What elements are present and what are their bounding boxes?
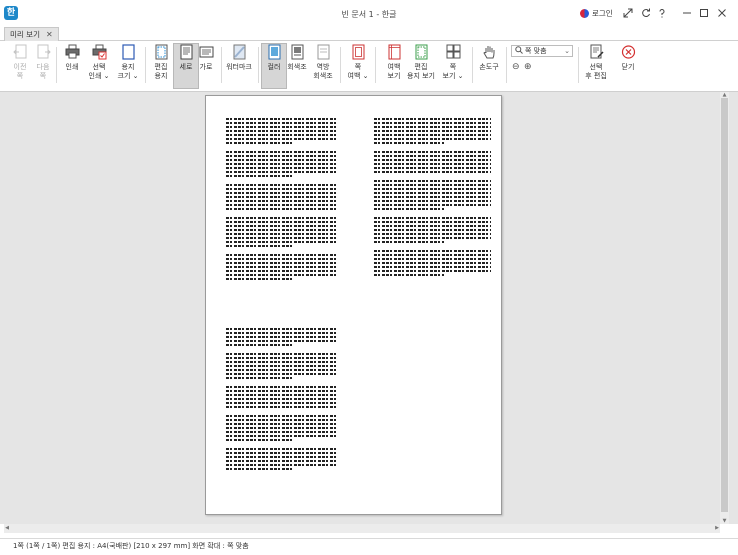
landscape-button[interactable]: 가로 — [193, 44, 219, 72]
scroll-right-icon[interactable]: ▶ — [714, 524, 720, 533]
help-icon[interactable] — [656, 7, 668, 19]
landscape-icon — [199, 44, 214, 60]
color-icon — [267, 44, 282, 60]
edit-paper-icon — [154, 44, 169, 60]
watermark-button[interactable]: 워터마크 — [226, 44, 252, 72]
ribbon-toolbar: 이전 쪽 다음 쪽 인쇄 선택 인쇄 ⌄ 용지 크기 ⌄ 편집 용지 세로 가로… — [0, 41, 738, 92]
zoom-select-value: 쪽 맞춤 — [525, 47, 547, 55]
tab-label: 미리 보기 — [10, 30, 40, 39]
printer-icon — [65, 44, 80, 60]
text-block — [374, 118, 491, 278]
paper-size-icon — [121, 44, 136, 60]
zoom-in-icon[interactable]: ⊕ — [524, 62, 532, 72]
login-label: 로그인 — [592, 9, 613, 18]
hand-tool-button[interactable]: 손도구 — [476, 44, 502, 72]
scroll-left-icon[interactable]: ◀ — [4, 524, 10, 533]
close-tab-icon[interactable]: ✕ — [46, 30, 53, 39]
select-print-button[interactable]: 선택 인쇄 ⌄ — [86, 44, 112, 81]
tab-preview[interactable]: 미리 보기 ✕ — [4, 27, 59, 41]
page-view-button[interactable]: 쪽 보기 ⌄ — [440, 44, 466, 81]
grayscale-button[interactable]: 회색조 — [284, 44, 310, 72]
margin-view-icon — [387, 44, 402, 60]
fullscreen-icon[interactable] — [622, 7, 634, 19]
next-page-icon — [36, 44, 51, 60]
print-button[interactable]: 인쇄 — [59, 44, 85, 72]
grayscale-icon — [290, 44, 305, 60]
select-print-icon — [92, 44, 107, 60]
inverse-grayscale-icon — [316, 44, 331, 60]
select-edit-button[interactable]: 선택 후 편집 — [583, 44, 609, 81]
status-bar: 1쪽 (1쪽 / 1쪽) 편집 용지 : A4(국배판) [210 x 297 … — [0, 538, 738, 555]
refresh-icon[interactable] — [640, 7, 652, 19]
page-margin-button[interactable]: 쪽 여백 ⌄ — [345, 44, 371, 81]
portrait-icon — [179, 44, 194, 60]
paper-size-button[interactable]: 용지 크기 ⌄ — [115, 44, 141, 81]
next-page-button[interactable]: 다음 쪽 — [30, 44, 56, 81]
magnifier-icon — [515, 46, 523, 56]
edit-paper-button[interactable]: 편집 용지 — [148, 44, 174, 81]
margin-view-button[interactable]: 여백 보기 — [381, 44, 407, 81]
zoom-select[interactable]: 쪽 맞춤 ⌄ — [511, 45, 573, 57]
user-icon — [580, 9, 589, 18]
hand-icon — [482, 44, 497, 60]
text-block — [226, 118, 336, 282]
maximize-icon[interactable] — [698, 7, 710, 19]
page-view-icon — [446, 44, 461, 60]
close-preview-button[interactable]: 닫기 — [615, 44, 641, 72]
minimize-icon[interactable] — [681, 7, 693, 19]
close-window-icon[interactable] — [716, 7, 728, 19]
tab-bar: 미리 보기 ✕ — [0, 27, 738, 41]
title-bar: 한 빈 문서 1 - 한글 로그인 — [0, 0, 738, 27]
preview-page — [205, 95, 502, 515]
edit-paper-view-button[interactable]: 편집 용지 보기 — [407, 44, 435, 81]
horizontal-scrollbar[interactable]: ◀ ▶ — [4, 524, 720, 533]
close-circle-icon — [621, 44, 636, 60]
zoom-out-icon[interactable]: ⊖ — [512, 62, 520, 72]
page-margin-icon — [351, 44, 366, 60]
text-block — [226, 328, 336, 472]
prev-page-icon — [12, 44, 28, 60]
edit-paper-view-icon — [414, 44, 429, 60]
vertical-scrollbar[interactable]: ▲ ▼ — [720, 92, 729, 524]
inverse-grayscale-button[interactable]: 역방 회색조 — [310, 44, 336, 81]
login-button[interactable]: 로그인 — [580, 8, 613, 19]
scrollbar-thumb[interactable] — [721, 98, 728, 512]
watermark-icon — [232, 44, 247, 60]
select-edit-icon — [589, 44, 604, 60]
chevron-down-icon: ⌄ — [564, 47, 570, 55]
scroll-down-icon[interactable]: ▼ — [720, 518, 729, 524]
